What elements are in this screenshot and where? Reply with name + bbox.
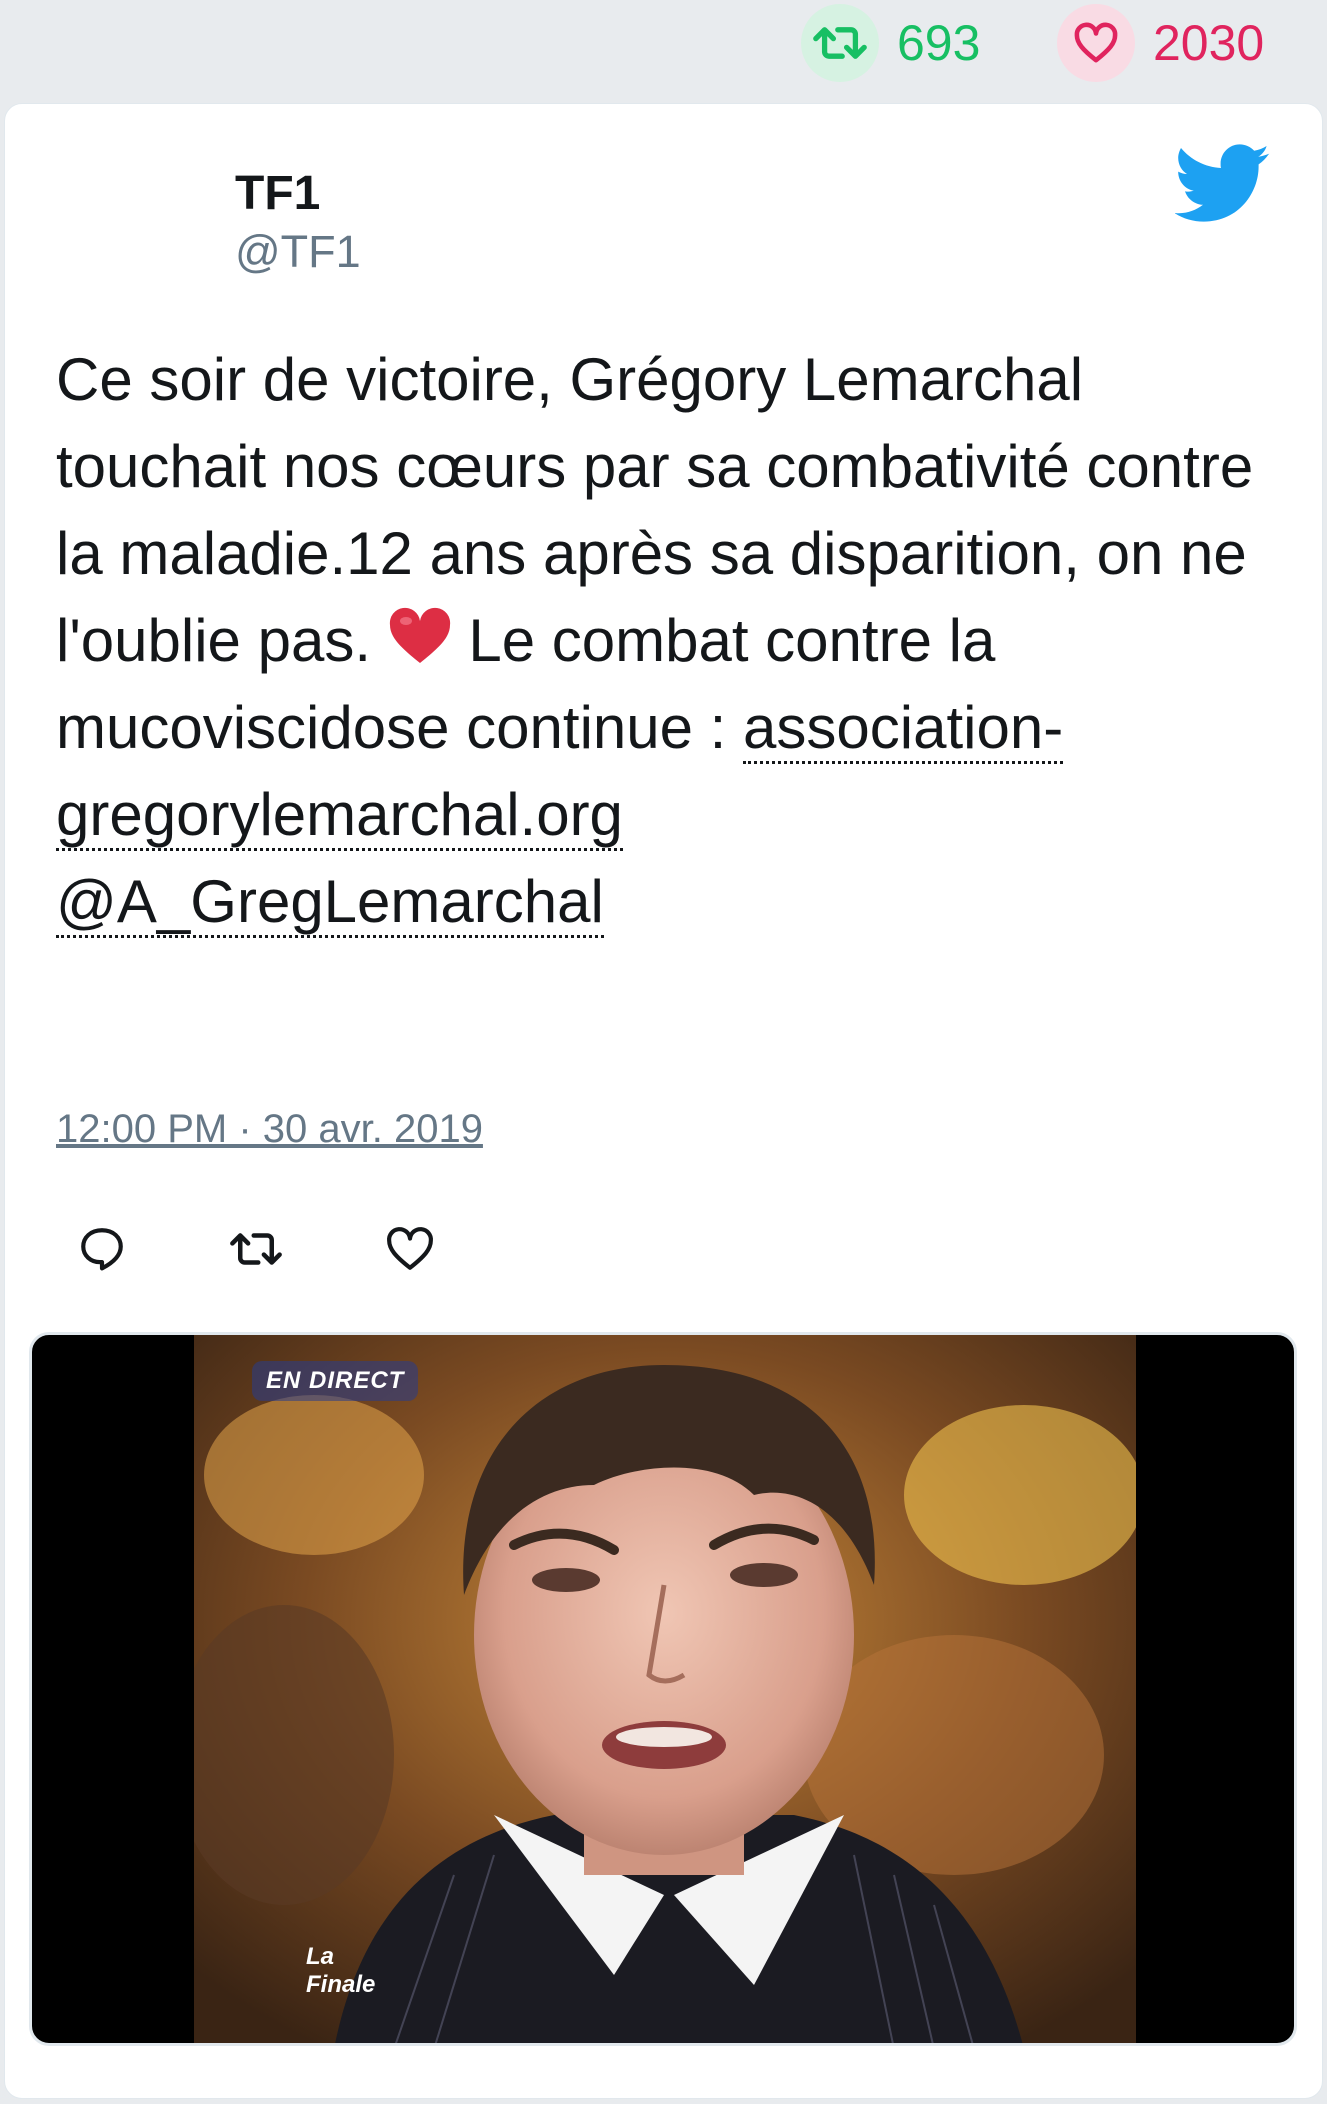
retweet-icon [230,1233,282,1265]
video-caption-line1: La [306,1943,335,1970]
twitter-bird-icon[interactable] [1175,144,1271,224]
video-caption: La Finale [306,1943,375,1999]
tweet-actions [75,1222,437,1276]
heart-icon [387,1227,433,1270]
live-badge: EN DIRECT [252,1361,419,1401]
author-handle[interactable]: @TF1 [235,226,361,278]
video-caption-line2: Finale [306,1971,376,1998]
video-still-image [194,1335,1136,2043]
like-count: 2030 [1153,15,1265,71]
video-frame: EN DIRECT La Finale [194,1335,1136,2043]
mention-link[interactable]: @A_GregLemarchal [56,868,604,938]
tweet-card: TF1 @TF1 Ce soir de victoire, Grégory Le… [4,103,1323,2099]
tweet-stats-bar: 693 2030 [0,0,1327,100]
like-button[interactable] [383,1222,437,1276]
retweet-count-stat[interactable]: 693 [801,4,980,82]
like-count-stat[interactable]: 2030 [1057,4,1264,82]
retweet-count: 693 [897,15,981,71]
author-name[interactable]: TF1 [235,166,320,221]
embedded-video[interactable]: EN DIRECT La Finale [29,1332,1297,2046]
retweet-button[interactable] [229,1222,283,1276]
red-heart-emoji-icon [389,607,450,663]
retweet-icon [801,4,879,82]
heart-icon [1057,4,1135,82]
tweet-text: Ce soir de victoire, Grégory Lemarchal t… [56,336,1286,945]
tweet-timestamp[interactable]: 12:00 PM · 30 avr. 2019 [56,1107,483,1152]
reply-button[interactable] [75,1222,129,1276]
reply-icon [81,1228,123,1271]
